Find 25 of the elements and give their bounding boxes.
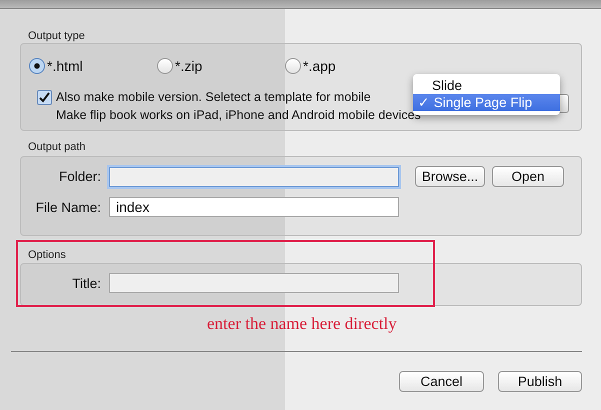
group-title: Output type (28, 29, 86, 43)
cancel-button[interactable]: Cancel (399, 371, 484, 392)
menu-item[interactable]: Slide (413, 77, 560, 94)
radio-button[interactable] (29, 58, 45, 74)
open-button[interactable]: Open (492, 166, 564, 187)
title-field[interactable] (109, 273, 399, 293)
menu-item[interactable]: ✓ Single Page Flip (413, 94, 560, 111)
field-label: Title: (71, 276, 102, 290)
field-label: File Name: (34, 200, 102, 214)
radio-button[interactable] (157, 58, 173, 74)
file-name-field[interactable]: index (109, 197, 399, 217)
folder-field[interactable] (109, 166, 399, 186)
publish-button[interactable]: Publish (498, 371, 582, 392)
group-title: Options (28, 248, 67, 262)
radio-button[interactable] (285, 58, 301, 74)
format-radio[interactable]: *.zip (157, 56, 285, 76)
mobile-checkbox[interactable] (37, 90, 52, 105)
format-radio[interactable]: *.html (29, 56, 157, 76)
checkbox-label: Also make mobile version. Seletect a template for mobile (56, 89, 372, 106)
check-icon (39, 92, 50, 103)
browse-button[interactable]: Browse... (415, 166, 485, 187)
annotation-text: enter the name here directly (207, 314, 398, 334)
group-title: Output path (28, 140, 86, 154)
field-label: Folder: (58, 169, 102, 184)
format-radio[interactable]: *.app (285, 56, 413, 76)
